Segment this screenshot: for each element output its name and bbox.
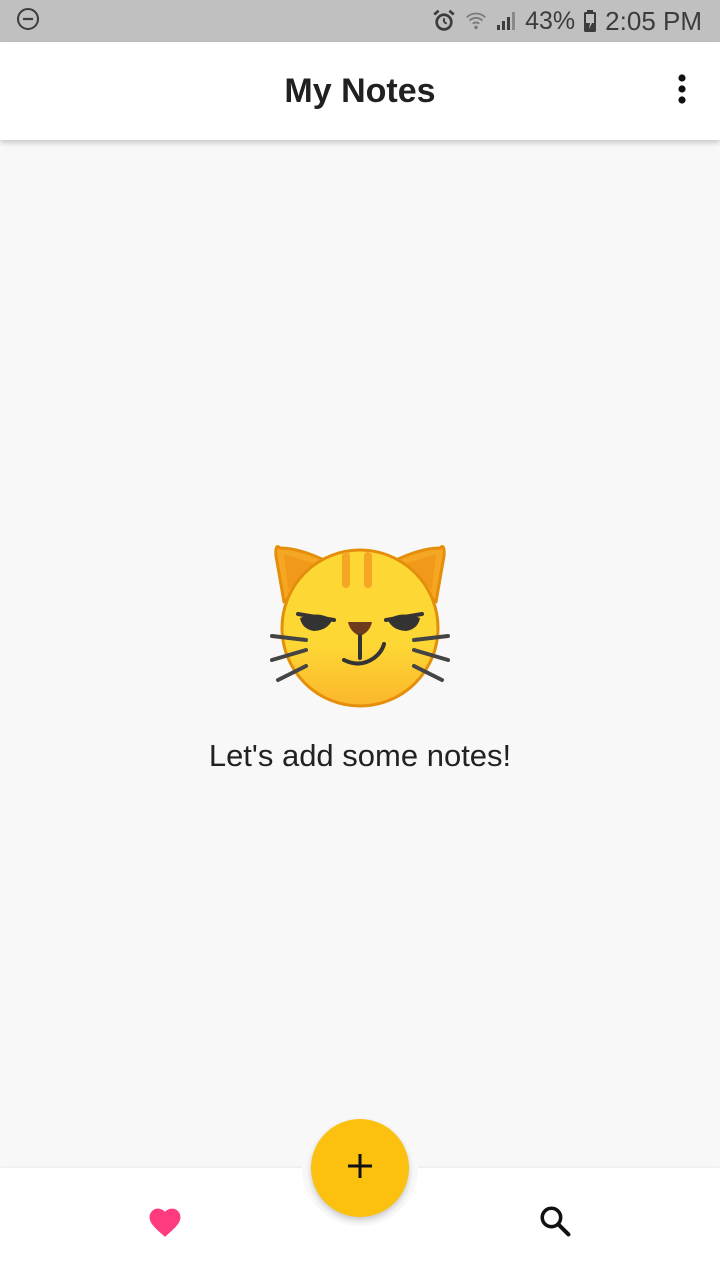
clock: 2:05 PM [605, 5, 702, 36]
status-bar: 43% 2:05 PM [0, 0, 720, 42]
alarm-icon [431, 8, 457, 34]
search-icon [538, 1204, 572, 1243]
battery-percent: 43% [525, 6, 576, 35]
overflow-menu-button[interactable] [664, 64, 700, 118]
wifi-icon [465, 9, 487, 33]
add-note-button[interactable] [311, 1119, 409, 1217]
plus-icon [346, 1152, 374, 1185]
search-button[interactable] [530, 1198, 580, 1248]
empty-state: Let's add some notes! [0, 540, 720, 774]
smirking-cat-icon [270, 540, 450, 710]
page-title: My Notes [284, 71, 436, 110]
signal-icon [495, 10, 517, 32]
battery-charging-icon [583, 9, 597, 33]
app-bar: My Notes [0, 42, 720, 140]
more-vert-icon [676, 73, 688, 110]
heart-icon [146, 1204, 184, 1243]
favorites-button[interactable] [140, 1200, 190, 1246]
empty-state-message: Let's add some notes! [208, 738, 512, 773]
do-not-disturb-icon [16, 7, 40, 36]
